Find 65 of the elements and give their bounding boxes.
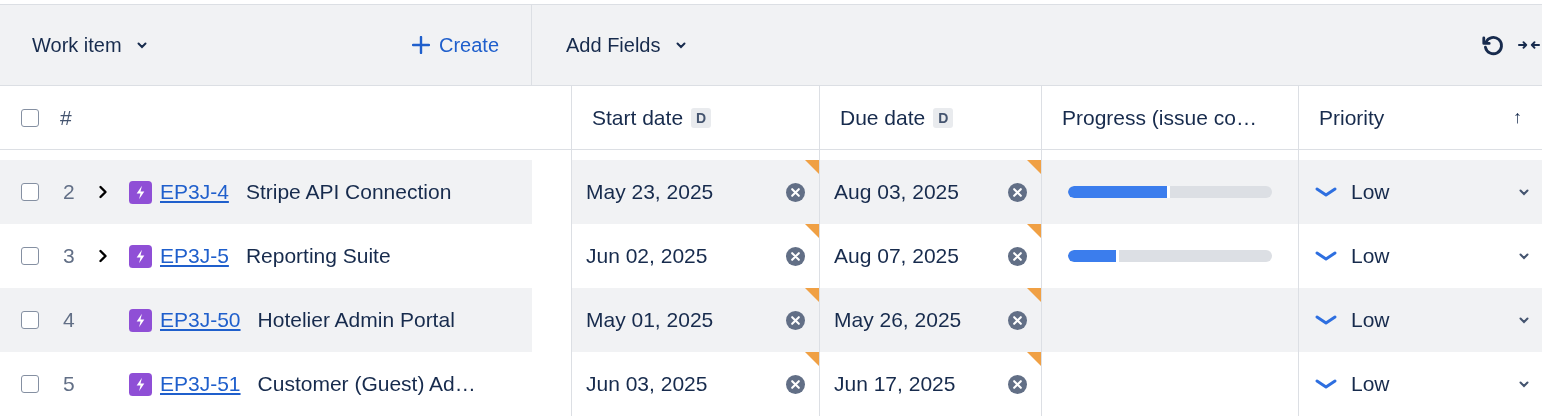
- date-value[interactable]: Jun 02, 2025: [586, 244, 708, 268]
- issue-key-link[interactable]: EP3J-5: [160, 244, 229, 268]
- expand-chevron-icon[interactable]: [98, 249, 108, 263]
- low-priority-icon: [1315, 186, 1337, 198]
- clear-icon[interactable]: [1008, 182, 1027, 202]
- date-value[interactable]: Jun 17, 2025: [834, 372, 956, 396]
- issue-summary: Customer (Guest) Ad…: [257, 372, 476, 396]
- sort-arrow[interactable]: ↑: [1513, 107, 1522, 128]
- chevron-down-icon[interactable]: [1518, 378, 1530, 390]
- low-priority-icon: [1315, 250, 1337, 262]
- row-checkbox[interactable]: [21, 247, 39, 265]
- row-checkbox[interactable]: [21, 375, 39, 393]
- chevron-down-icon[interactable]: [1518, 186, 1530, 198]
- row-checkbox[interactable]: [21, 183, 39, 201]
- clear-icon[interactable]: [1008, 374, 1027, 394]
- clear-icon[interactable]: [1008, 246, 1027, 266]
- clear-icon[interactable]: [1008, 310, 1027, 330]
- priority-value: Low: [1351, 244, 1390, 268]
- work-item-menu[interactable]: Work item: [32, 33, 148, 57]
- row-checkbox[interactable]: [21, 311, 39, 329]
- low-priority-icon: [1315, 378, 1337, 390]
- lightning-icon: [129, 308, 152, 332]
- row-number: 5: [63, 372, 76, 396]
- issue-summary: Reporting Suite: [245, 244, 391, 268]
- column-header[interactable]: Start date: [592, 105, 684, 130]
- date-value[interactable]: May 23, 2025: [586, 180, 714, 204]
- issue-key-link[interactable]: EP3J-51: [160, 372, 241, 396]
- issue-key-link[interactable]: EP3J-50: [160, 308, 241, 332]
- clear-icon[interactable]: [786, 182, 805, 202]
- date-value[interactable]: Aug 07, 2025: [834, 244, 959, 268]
- select-all-checkbox[interactable]: [21, 108, 39, 127]
- column-header: #: [60, 105, 72, 130]
- date-value[interactable]: May 26, 2025: [834, 308, 962, 332]
- clear-icon[interactable]: [786, 246, 805, 266]
- date-value[interactable]: May 01, 2025: [586, 308, 714, 332]
- chevron-down-icon: [135, 39, 148, 51]
- priority-value: Low: [1351, 372, 1390, 396]
- expand-chevron-icon[interactable]: [98, 185, 108, 199]
- issue-summary: Hotelier Admin Portal: [257, 308, 455, 332]
- chevron-down-icon: [674, 39, 687, 51]
- chevron-down-icon[interactable]: [1518, 250, 1530, 262]
- column-header[interactable]: Due date: [840, 105, 926, 130]
- lightning-icon: [129, 372, 152, 396]
- clear-icon[interactable]: [786, 374, 805, 394]
- plus-icon: [411, 36, 430, 54]
- issue-summary: Stripe API Connection: [245, 180, 452, 204]
- date-value[interactable]: Jun 03, 2025: [586, 372, 708, 396]
- column-header[interactable]: Progress (issue co…: [1062, 105, 1257, 130]
- priority-value: Low: [1351, 308, 1390, 332]
- date-value[interactable]: Aug 03, 2025: [834, 180, 959, 204]
- priority-value: Low: [1351, 180, 1390, 204]
- add-fields-menu[interactable]: Add Fields: [566, 33, 687, 57]
- lightning-icon: [129, 244, 152, 268]
- clear-icon[interactable]: [786, 310, 805, 330]
- low-priority-icon: [1315, 314, 1337, 326]
- row-number: 4: [63, 308, 76, 332]
- column-header[interactable]: Priority: [1319, 105, 1385, 130]
- lightning-icon: [129, 180, 152, 204]
- date-badge: D: [933, 107, 954, 128]
- row-number: 3: [63, 244, 76, 268]
- row-number: 2: [63, 180, 76, 204]
- create-button[interactable]: Create: [411, 33, 499, 57]
- chevron-down-icon[interactable]: [1518, 314, 1530, 326]
- issue-key-link[interactable]: EP3J-4: [160, 180, 229, 204]
- date-badge: D: [691, 107, 712, 128]
